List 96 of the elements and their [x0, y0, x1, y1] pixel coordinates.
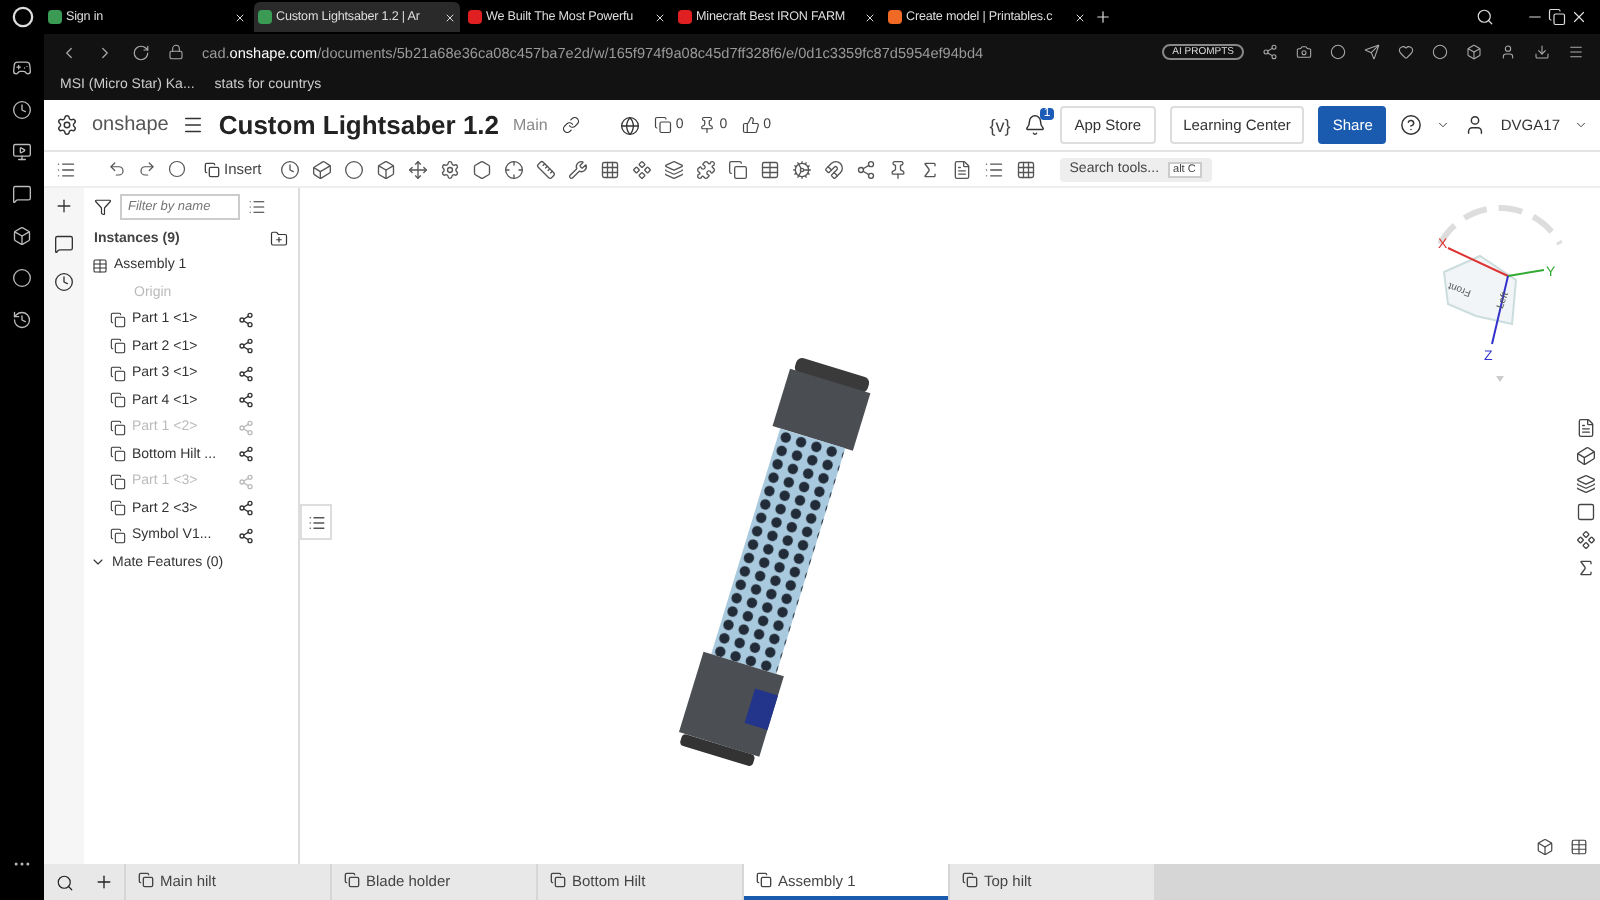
close-icon[interactable] — [1570, 8, 1588, 26]
user-icon[interactable] — [1500, 44, 1516, 60]
clock-icon[interactable] — [279, 159, 300, 179]
link-icon[interactable] — [561, 116, 580, 134]
pin-icon[interactable] — [887, 159, 908, 179]
component-icon[interactable] — [1576, 530, 1596, 550]
magnet-icon[interactable] — [823, 159, 844, 179]
gamepad-icon[interactable] — [12, 58, 32, 78]
layers-icon[interactable] — [1576, 474, 1596, 494]
back-icon[interactable] — [60, 43, 78, 61]
player-icon[interactable] — [12, 142, 32, 162]
table-icon[interactable] — [1570, 838, 1588, 856]
close-tab-icon[interactable] — [864, 11, 876, 23]
pin-icon[interactable] — [697, 116, 716, 134]
clock-icon[interactable] — [12, 100, 32, 120]
cube-icon[interactable] — [1576, 446, 1596, 466]
globe-icon[interactable] — [619, 115, 640, 135]
ruler-icon[interactable] — [535, 159, 556, 179]
heart-icon[interactable] — [1398, 44, 1414, 60]
table-icon[interactable] — [759, 159, 780, 179]
triad-icon[interactable] — [238, 338, 254, 355]
close-tab-icon[interactable] — [654, 11, 666, 23]
caret-icon[interactable] — [1436, 118, 1451, 132]
triad-icon[interactable] — [238, 311, 254, 328]
thumbs-up-icon[interactable] — [741, 116, 760, 134]
forward-icon[interactable] — [96, 43, 114, 61]
restore-icon[interactable] — [1548, 8, 1566, 26]
cube-icon[interactable] — [1466, 44, 1482, 60]
triad-icon[interactable] — [238, 500, 254, 517]
close-tab-icon[interactable] — [444, 11, 456, 23]
cog-icon[interactable] — [791, 159, 812, 179]
camera-icon[interactable] — [1296, 44, 1312, 60]
nodes-icon[interactable] — [855, 159, 876, 179]
list-icon[interactable] — [56, 159, 76, 179]
logo-text: onshape — [92, 114, 169, 136]
crosshair-icon[interactable] — [503, 159, 524, 179]
document-title: Custom Lightsaber 1.2 — [218, 110, 500, 140]
comment-icon[interactable] — [54, 234, 74, 254]
redo-icon[interactable] — [138, 160, 156, 178]
timer-icon[interactable] — [54, 272, 74, 292]
gear-icon[interactable] — [439, 159, 460, 179]
hexagon-icon[interactable] — [471, 159, 492, 179]
filter-icon[interactable] — [94, 198, 112, 216]
variables-button[interactable]: {v} — [989, 115, 1011, 135]
circle-icon[interactable] — [168, 160, 186, 178]
add-icon[interactable] — [94, 872, 114, 892]
chat-icon[interactable] — [12, 184, 32, 204]
folder-add-icon[interactable] — [270, 230, 288, 248]
bell-icon[interactable] — [1024, 114, 1047, 136]
branch-label: Main — [513, 116, 548, 134]
caret-icon[interactable] — [1574, 118, 1588, 132]
triad-icon[interactable] — [238, 365, 254, 382]
lock-icon — [168, 44, 184, 60]
reload-icon[interactable] — [132, 43, 150, 61]
copy-icon[interactable] — [653, 116, 672, 134]
document-icon[interactable] — [1576, 418, 1596, 438]
menu-icon[interactable] — [1568, 44, 1584, 60]
box-icon[interactable] — [12, 226, 32, 246]
send-icon[interactable] — [1364, 44, 1380, 60]
grid-icon[interactable] — [1015, 159, 1036, 179]
move-icon[interactable] — [407, 159, 428, 179]
new-tab-icon[interactable] — [1094, 8, 1112, 26]
wrench-icon[interactable] — [567, 159, 588, 179]
component-icon[interactable] — [631, 159, 652, 179]
sigma-icon[interactable] — [1576, 558, 1596, 578]
circle-icon[interactable] — [343, 159, 364, 179]
document-icon[interactable] — [951, 159, 972, 179]
puzzle-icon[interactable] — [695, 159, 716, 179]
circle-icon[interactable] — [1330, 44, 1346, 60]
download-icon[interactable] — [1534, 44, 1550, 60]
copy-icon[interactable] — [727, 159, 748, 179]
list-icon — [307, 513, 325, 531]
view-cube-drawing[interactable] — [1437, 205, 1563, 382]
grid-icon[interactable] — [599, 159, 620, 179]
box-icon[interactable] — [375, 159, 396, 179]
undo-icon[interactable] — [108, 160, 126, 178]
triad-icon[interactable] — [238, 446, 254, 463]
triad-icon[interactable] — [238, 527, 254, 544]
cube-icon[interactable] — [311, 159, 332, 179]
close-tab-icon[interactable] — [234, 11, 246, 23]
menu-icon[interactable] — [182, 114, 205, 136]
list-toggle[interactable] — [300, 504, 332, 540]
browser-logo-icon[interactable] — [11, 6, 33, 28]
share-icon[interactable] — [1262, 44, 1278, 60]
close-tab-icon[interactable] — [1074, 11, 1086, 23]
history-icon[interactable] — [12, 310, 32, 330]
sigma-icon[interactable] — [919, 159, 940, 179]
search-icon[interactable] — [55, 873, 73, 891]
layers-icon[interactable] — [663, 159, 684, 179]
circle-icon[interactable] — [12, 268, 32, 288]
help-icon[interactable] — [1400, 114, 1423, 136]
square-icon[interactable] — [1576, 502, 1596, 522]
avatar-icon[interactable] — [1464, 114, 1487, 136]
list-icon[interactable] — [248, 198, 266, 216]
box-icon[interactable] — [1536, 838, 1554, 856]
triad-icon[interactable] — [238, 392, 254, 409]
